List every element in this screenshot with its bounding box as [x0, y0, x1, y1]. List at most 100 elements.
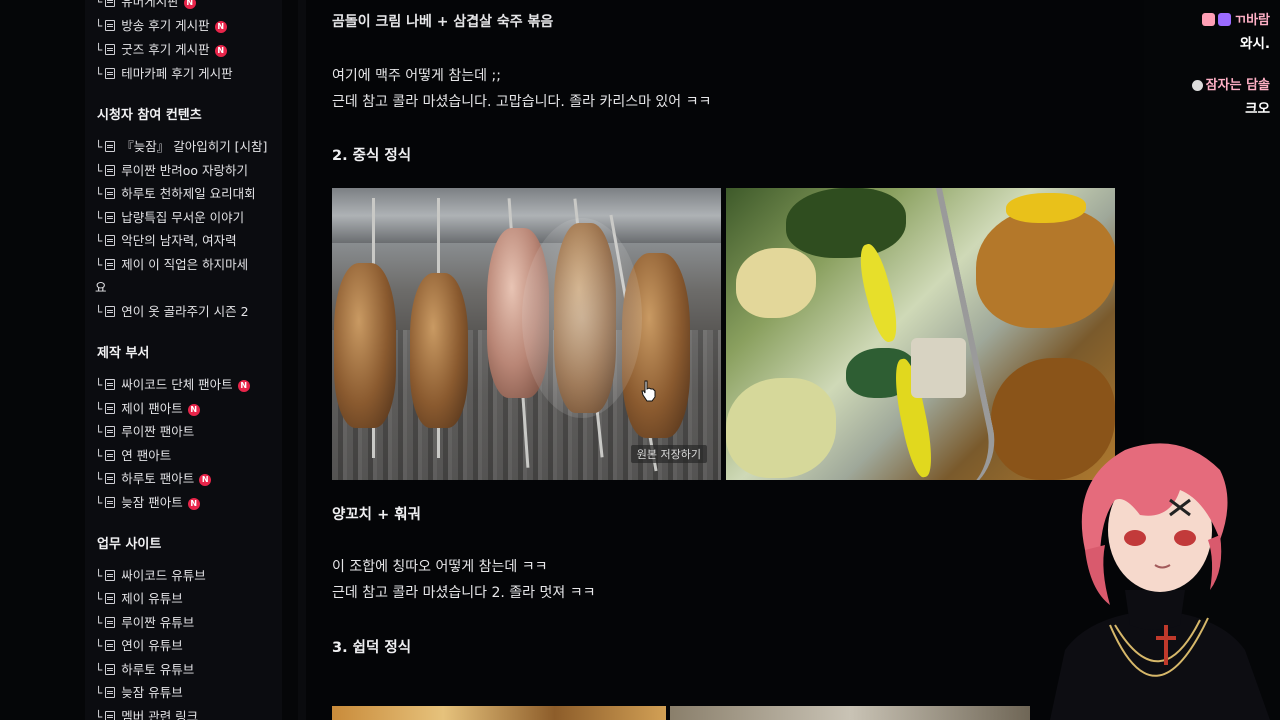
tree-branch-icon: └ — [95, 496, 103, 510]
skewer-photo[interactable]: 원본 저장하기 — [332, 188, 721, 480]
board-icon — [105, 664, 116, 675]
sidebar-item[interactable]: └ 멤버 관련 링크 — [95, 707, 198, 720]
sidebar-item-label: 테마카페 후기 게시판 — [121, 66, 233, 81]
sidebar-item[interactable]: └ 루이짠 반려oo 자랑하기 — [95, 161, 248, 181]
fried-tofu — [1006, 193, 1086, 223]
sidebar-item[interactable]: └ 하루토 팬아트 N — [95, 469, 212, 489]
sidebar-item-label: 루이짠 반려oo 자랑하기 — [121, 163, 248, 178]
tree-branch-icon: └ — [95, 164, 103, 178]
board-icon — [105, 426, 116, 437]
board-icon — [105, 44, 116, 55]
sidebar-item[interactable]: └ 제이 팬아트 N — [95, 399, 200, 419]
sidebar-item[interactable]: └ 연 팬아트 — [95, 446, 171, 466]
food-photo[interactable] — [670, 706, 1030, 720]
sidebar-item[interactable]: └ 제이 유튜브 — [95, 589, 183, 609]
board-icon — [105, 306, 116, 317]
sidebar-item-label: 납량특집 무서운 이야기 — [121, 210, 245, 225]
sidebar-section-title: 업무 사이트 — [97, 537, 162, 552]
board-icon — [105, 259, 116, 270]
new-badge: N — [237, 380, 250, 392]
tree-branch-icon: └ — [95, 187, 103, 201]
sidebar-item[interactable]: └ 테마카페 후기 게시판 — [95, 64, 233, 84]
sidebar-item[interactable]: └ 제이 이 직업은 하지마세 — [95, 255, 248, 275]
tree-branch-icon: └ — [95, 378, 103, 392]
sidebar-item[interactable]: └ 연이 옷 골라주기 시즌 2 — [95, 302, 249, 322]
tree-branch-icon: └ — [95, 140, 103, 154]
photo-caption: 양꼬치 + 훠궈 — [332, 507, 421, 523]
sidebar-item-label: 하루토 천하제일 요리대회 — [121, 186, 256, 201]
tree-branch-icon: └ — [95, 710, 103, 720]
post-text: 이 조합에 칭따오 어떻게 참는데 ㅋㅋ — [332, 559, 548, 575]
tree-branch-icon: └ — [95, 19, 103, 33]
tree-branch-icon: └ — [95, 402, 103, 416]
post-text: 여기에 맥주 어떻게 참는데 ;; — [332, 68, 501, 84]
sidebar-item-label: 싸이코드 단체 팬아트 — [121, 377, 233, 392]
tree-branch-icon: └ — [95, 425, 103, 439]
tree-branch-icon: └ — [95, 258, 103, 272]
sidebar-item[interactable]: └ 루이짠 유튜브 — [95, 613, 194, 633]
tree-branch-icon: └ — [95, 234, 103, 248]
sidebar-item[interactable]: └ 싸이코드 단체 팬아트 N — [95, 375, 250, 395]
sidebar-item[interactable]: └ 방송 후기 게시판 N — [95, 16, 227, 36]
board-icon — [105, 450, 116, 461]
sidebar-item[interactable]: └ 악단의 남자력, 여자력 — [95, 231, 237, 251]
heart-badge-icon — [1218, 13, 1232, 26]
tree-branch-icon: └ — [95, 305, 103, 319]
sidebar-section-title: 제작 부서 — [97, 346, 150, 361]
spicy-broth — [976, 208, 1115, 328]
board-icon — [105, 188, 116, 199]
sidebar-item-label: 하루토 유튜브 — [121, 662, 195, 677]
sidebar-item[interactable]: └ 연이 유튜브 — [95, 636, 183, 656]
chat-message: ㄲ바람 와시. — [1202, 9, 1270, 52]
hand-cursor-icon — [641, 380, 657, 406]
board-icon — [105, 687, 116, 698]
new-badge: N — [214, 45, 227, 57]
sidebar-menu: └ 유머게시판 N └ 방송 후기 게시판 N └ 굿즈 후기 게시판 N └ 테마카페 후기… — [85, 0, 282, 720]
bear-badge-icon — [1202, 13, 1216, 26]
post-text: 근데 참고 콜라 마셨습니다 2. 졸라 멋져 ㅋㅋ — [332, 585, 596, 601]
sidebar-item[interactable]: └ 하루토 천하제일 요리대회 — [95, 184, 256, 204]
board-icon — [105, 379, 116, 390]
tree-branch-icon: └ — [95, 616, 103, 630]
new-badge: N — [183, 0, 196, 9]
sidebar-item-label: 연이 유튜브 — [121, 638, 183, 653]
tree-branch-icon: └ — [95, 686, 103, 700]
new-badge: N — [187, 404, 200, 416]
sidebar-item-label: 늦잠 유튜브 — [121, 685, 183, 700]
sidebar-item[interactable]: └ 루이짠 팬아트 — [95, 422, 194, 442]
sidebar-item[interactable]: └ 납량특집 무서운 이야기 — [95, 208, 244, 228]
hotpot-photo[interactable] — [726, 188, 1115, 480]
chat-text: 와시. — [1240, 36, 1270, 52]
tree-branch-icon: └ — [95, 639, 103, 653]
post-text: 곰돌이 크림 나베 + 삼겹살 숙주 볶음 — [332, 14, 554, 30]
board-icon — [105, 141, 116, 152]
sidebar-item[interactable]: └ 굿즈 후기 게시판 N — [95, 40, 227, 60]
streamer-avatar — [1050, 443, 1270, 720]
save-original-button[interactable]: 원본 저장하기 — [630, 445, 707, 463]
sidebar-item[interactable]: └ 유머게시판 N — [95, 0, 196, 12]
tree-branch-icon: └ — [95, 592, 103, 606]
sidebar-item-label: 연 팬아트 — [121, 448, 172, 463]
tree-branch-icon: └ — [95, 569, 103, 583]
food-photo[interactable] — [332, 706, 666, 720]
board-icon — [105, 165, 116, 176]
tree-branch-icon: └ — [95, 449, 103, 463]
sidebar-item-wrap[interactable]: 요 — [95, 278, 107, 298]
sidebar-item-label: 제이 유튜브 — [121, 591, 183, 606]
sidebar-item[interactable]: └ 싸이코드 유튜브 — [95, 566, 206, 586]
chat-author-name: ㄲ바람 — [1234, 13, 1270, 28]
sidebar-item-label: 연이 옷 골라주기 시즌 2 — [121, 304, 249, 319]
board-icon — [105, 235, 116, 246]
board-icon — [105, 617, 116, 628]
sidebar-item-label: 방송 후기 게시판 — [121, 18, 210, 33]
sidebar-item[interactable]: └ 늦잠 유튜브 — [95, 683, 183, 703]
tree-branch-icon: └ — [95, 43, 103, 57]
tree-branch-icon: └ — [95, 663, 103, 677]
sidebar-item[interactable]: └ 하루토 유튜브 — [95, 660, 194, 680]
sidebar-item[interactable]: └ 『늦잠』 갈아입히기 [시참] — [95, 137, 267, 157]
tofu-skin — [736, 248, 816, 318]
new-badge: N — [199, 474, 212, 486]
page: └ 유머게시판 N └ 방송 후기 게시판 N └ 굿즈 후기 게시판 N └ 테마카페 후기… — [0, 0, 1280, 720]
sidebar-item[interactable]: └ 늦잠 팬아트 N — [95, 493, 200, 513]
column-divider — [298, 0, 306, 720]
